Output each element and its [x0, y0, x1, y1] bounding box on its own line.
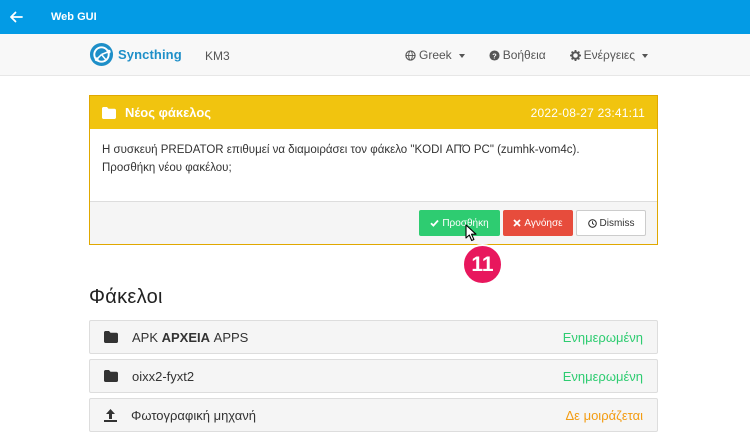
dismiss-label: Dismiss [599, 217, 635, 229]
ignore-label: Αγνόησε [524, 217, 563, 229]
check-icon [430, 219, 439, 227]
chevron-down-icon [642, 53, 648, 58]
folder-status: Δε μοιράζεται [565, 407, 644, 423]
folders-heading: Φάκελοι [89, 286, 163, 308]
folder-icon [104, 331, 118, 343]
notification-footer: Προσθήκη Αγνόησε Dismiss [90, 201, 657, 244]
brand-logo[interactable]: Syncthing [89, 42, 182, 67]
device-name: KM3 [205, 49, 230, 63]
actions-label: Ενέργειες [583, 48, 635, 62]
language-label: Greek [419, 48, 452, 62]
language-menu[interactable]: Greek [405, 48, 465, 62]
folder-name-part: APPS [210, 329, 249, 345]
notification-message-line: Η συσκευή PREDATOR επιθυμεί να διαμοιράσ… [102, 144, 580, 156]
close-icon [513, 219, 522, 227]
add-folder-button[interactable]: Προσθήκη [419, 210, 500, 236]
brand-name: Syncthing [118, 47, 182, 62]
notification-header: Νέος φάκελος 2022-08-27 23:41:11 [90, 96, 657, 129]
help-menu[interactable]: ? Βοήθεια [489, 48, 546, 62]
step-number-badge: 11 [462, 244, 503, 285]
navbar: Syncthing KM3 Greek ? Βοήθεια Ενέργειες [0, 34, 750, 76]
app-bar-title: Web GUI [51, 11, 97, 23]
folder-list: APK ΑΡΧΕΙΑ APPS Ενημερωμένη oixx2-fyxt2 … [89, 320, 658, 437]
folder-icon [102, 106, 116, 119]
folder-name: APK ΑΡΧΕΙΑ APPS [132, 330, 248, 345]
svg-text:?: ? [492, 51, 497, 60]
help-label: Βοήθεια [502, 48, 546, 62]
chevron-down-icon [458, 53, 465, 58]
gear-icon [569, 49, 581, 61]
syncthing-logo-icon [89, 42, 114, 67]
folder-row[interactable]: APK ΑΡΧΕΙΑ APPS Ενημερωμένη [89, 320, 658, 354]
question-circle-icon: ? [489, 49, 500, 61]
notification-question: Προσθήκη νέου φακέλου; [102, 162, 232, 174]
actions-menu[interactable]: Ενέργειες [569, 48, 648, 62]
folder-status: Ενημερωμένη [562, 368, 643, 384]
globe-icon [405, 49, 416, 61]
clock-icon [587, 218, 597, 228]
app-bar: Web GUI [0, 0, 750, 34]
folder-row[interactable]: Φωτογραφική μηχανή Δε μοιράζεται [89, 398, 658, 432]
notification-timestamp: 2022-08-27 23:41:11 [530, 105, 645, 120]
notification-title: Νέος φάκελος [125, 105, 212, 120]
folder-row[interactable]: oixx2-fyxt2 Ενημερωμένη [89, 359, 658, 393]
folder-name: Φωτογραφική μηχανή [131, 407, 257, 423]
folder-status: Ενημερωμένη [562, 329, 643, 345]
folder-icon [104, 370, 118, 382]
folder-name-part: APK [132, 329, 162, 345]
ignore-button[interactable]: Αγνόησε [503, 210, 573, 236]
folder-name-part: ΑΡΧΕΙΑ [161, 329, 211, 345]
dismiss-button[interactable]: Dismiss [576, 210, 646, 236]
notification-message: Η συσκευή PREDATOR επιθυμεί να διαμοιράσ… [90, 129, 657, 202]
new-folder-notification: Νέος φάκελος 2022-08-27 23:41:11 Η συσκε… [89, 95, 658, 245]
folder-name: oixx2-fyxt2 [132, 368, 195, 384]
back-arrow-icon[interactable] [0, 0, 32, 34]
